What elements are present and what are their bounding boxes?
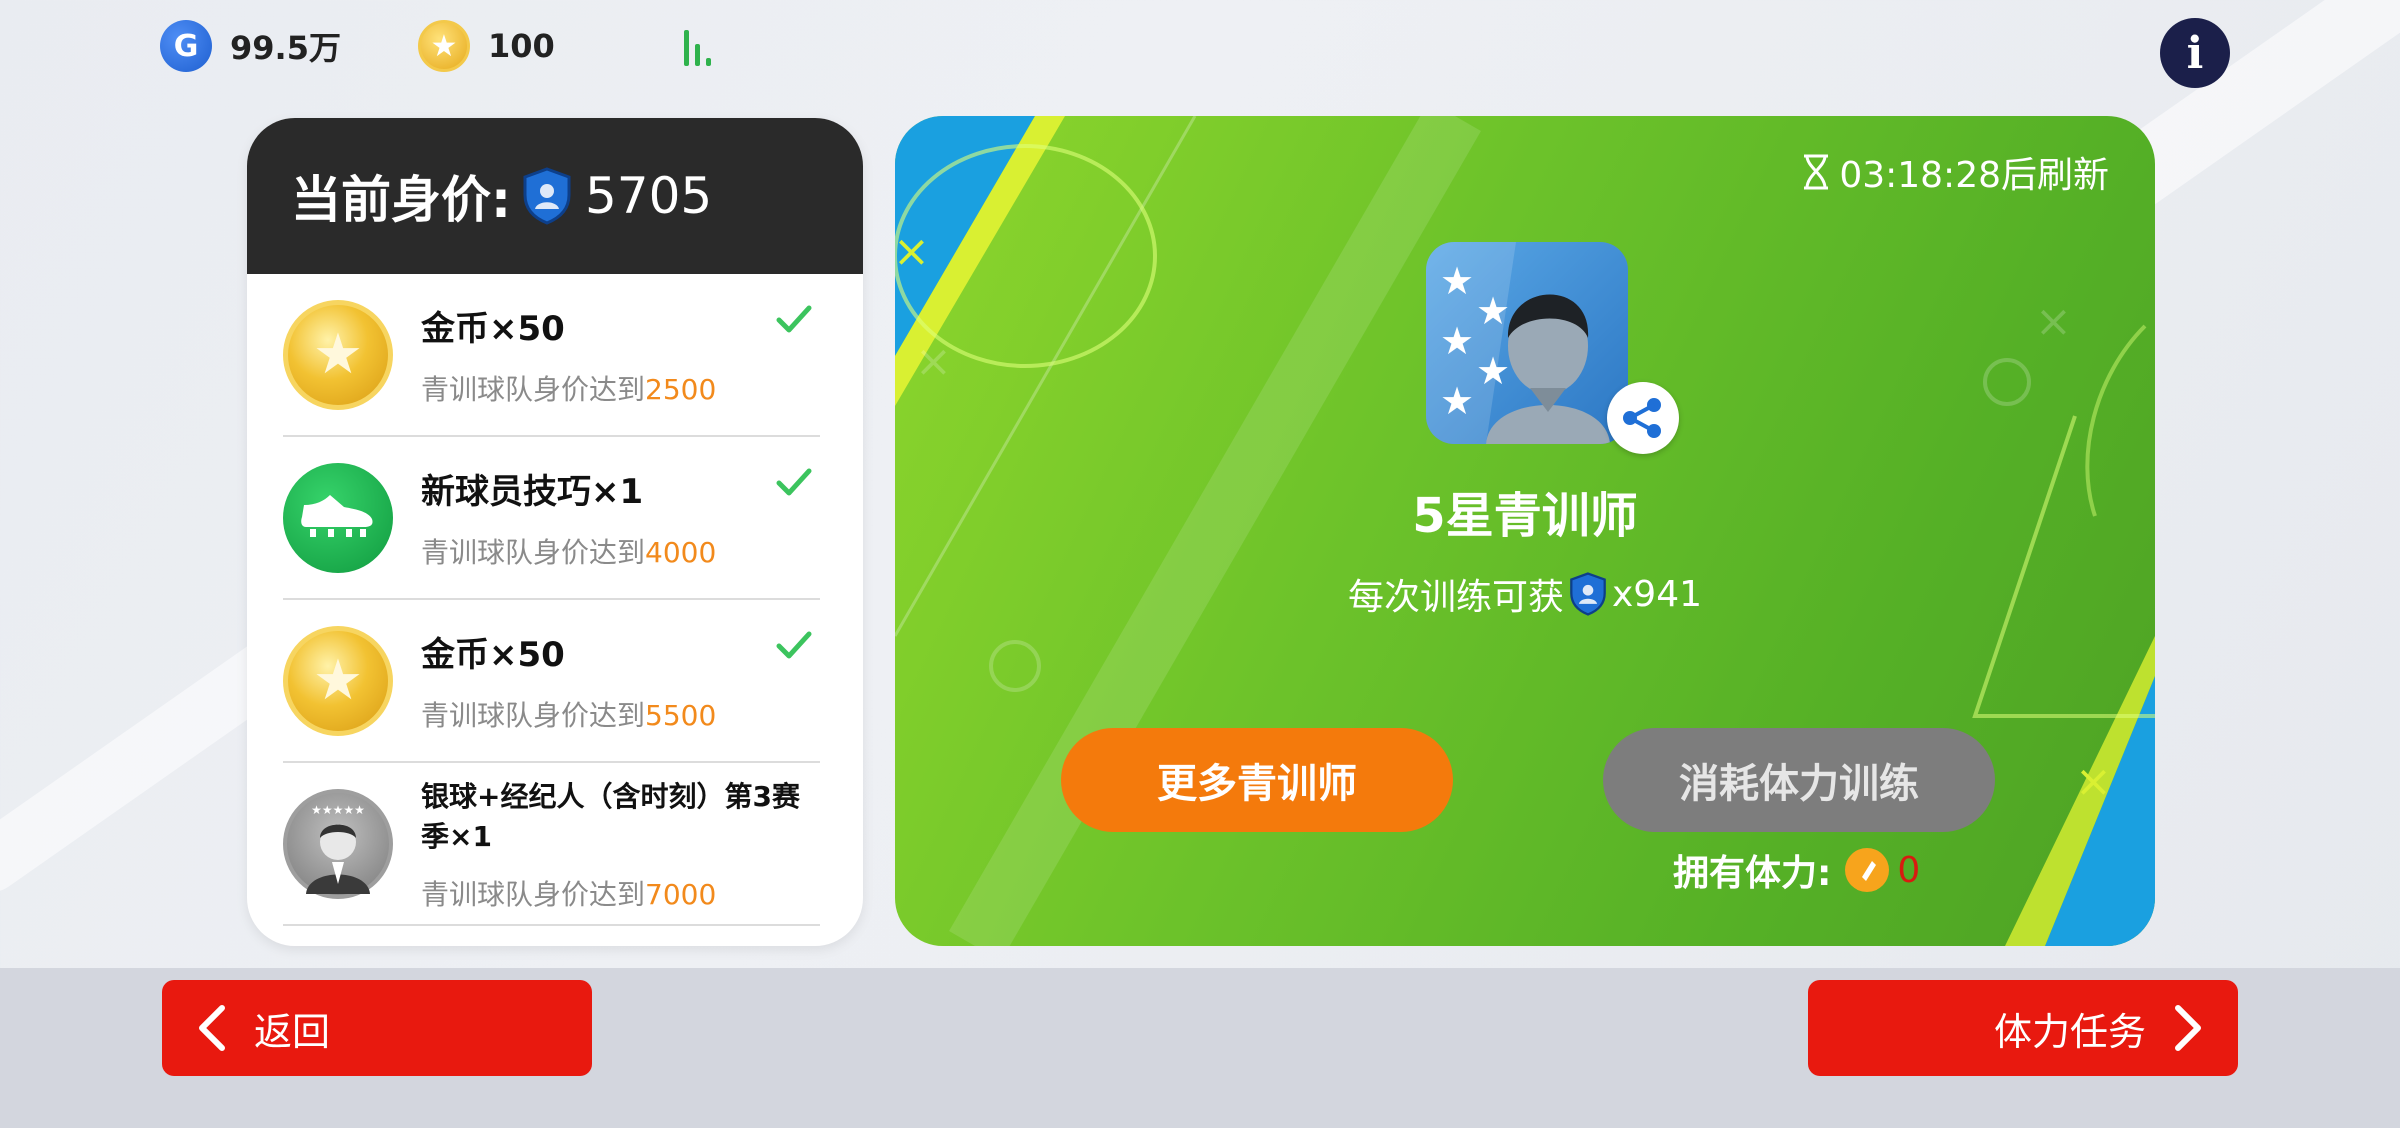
gold-coin-icon: ★ — [283, 625, 393, 736]
youth-coach-card: × × × × 03:18:28后刷新 ★ ★ ★ ★ ★ 5星青训师 每次训练… — [895, 116, 2155, 946]
more-coaches-button[interactable]: 更多青训师 — [1061, 728, 1453, 832]
svg-text:★: ★ — [1476, 289, 1510, 333]
shield-value-icon — [523, 167, 571, 225]
boot-icon — [283, 462, 393, 573]
svg-text:★: ★ — [1476, 349, 1510, 393]
chevron-right-icon — [2175, 1005, 2201, 1051]
coach-desc-label: 每次训练可获 — [1347, 577, 1564, 618]
reward-list: ★ 金币×50 青训球队身价达到2500 新球员技巧×1 青训球队身价达到400… — [247, 274, 863, 926]
coin-value: 100 — [488, 27, 555, 65]
stamina-task-label: 体力任务 — [1993, 1009, 2146, 1054]
reward-item[interactable]: ★★★★★ 银球+经纪人（含时刻）第3赛季×1 青训球队身价达到7000 — [283, 763, 820, 926]
check-icon — [776, 305, 812, 333]
agent-avatar-icon: ★★★★★ — [283, 788, 393, 899]
reward-condition: 青训球队身价达到4000 — [421, 536, 717, 569]
reward-name: 新球员技巧×1 — [421, 472, 644, 512]
back-button[interactable]: 返回 — [162, 980, 592, 1076]
stamina-train-button[interactable]: 消耗体力训练 — [1603, 728, 1995, 832]
reward-condition: 青训球队身价达到7000 — [421, 877, 717, 911]
hourglass-icon — [1804, 154, 1829, 190]
svg-text:★: ★ — [1440, 379, 1474, 423]
coach-name: 5星青训师 — [1412, 488, 1638, 544]
check-icon — [776, 631, 812, 659]
current-value-number: 5705 — [585, 167, 713, 225]
svg-text:★: ★ — [1440, 259, 1474, 303]
reward-condition: 青训球队身价达到2500 — [421, 373, 717, 406]
stamina-icon — [1845, 848, 1890, 892]
share-icon[interactable] — [1607, 382, 1679, 454]
refresh-timer-text: 03:18:28后刷新 — [1839, 155, 2109, 196]
g-currency-value: 99.5万 — [230, 29, 341, 67]
shield-value-icon — [1570, 572, 1606, 616]
coach-avatar[interactable]: ★ ★ ★ ★ ★ — [1426, 242, 1628, 444]
stamina-display: 拥有体力: 0 — [1673, 844, 1920, 896]
check-icon — [776, 468, 812, 496]
gold-coin-icon: ★ — [283, 299, 393, 410]
info-button[interactable]: i — [2160, 18, 2230, 88]
stamina-value: 0 — [1897, 849, 1921, 891]
current-value-header: 当前身价: 5705 — [247, 118, 863, 274]
coach-desc-value: x941 — [1611, 573, 1703, 615]
signal-icon — [684, 30, 724, 66]
coach-reward-desc: 每次训练可获 x941 — [895, 568, 2155, 620]
g-coin-icon: G — [160, 20, 212, 72]
star-coin-icon: ★ — [418, 20, 470, 72]
svg-text:×: × — [2075, 756, 2112, 807]
g-currency: G 99.5万 — [160, 20, 341, 72]
value-rewards-panel: 当前身价: 5705 ★ 金币×50 青训球队身价达到2500 新球员技巧×1 … — [247, 118, 863, 946]
back-label: 返回 — [254, 1009, 331, 1054]
reward-item[interactable]: ★ 金币×50 青训球队身价达到5500 — [283, 600, 820, 763]
stamina-task-button[interactable]: 体力任务 — [1808, 980, 2238, 1076]
refresh-timer: 03:18:28后刷新 — [1801, 146, 2109, 198]
svg-text:×: × — [2035, 296, 2072, 347]
reward-item[interactable]: ★ 金币×50 青训球队身价达到2500 — [283, 274, 820, 437]
svg-text:×: × — [915, 336, 952, 387]
reward-name: 金币×50 — [421, 635, 565, 675]
reward-name: 银球+经纪人（含时刻）第3赛季×1 — [421, 779, 800, 853]
reward-condition: 青训球队身价达到5500 — [421, 699, 717, 732]
reward-item[interactable]: 新球员技巧×1 青训球队身价达到4000 — [283, 437, 820, 600]
chevron-left-icon — [199, 1005, 225, 1051]
current-value-label: 当前身价: — [291, 171, 511, 229]
svg-text:★: ★ — [1440, 319, 1474, 363]
coin-currency: ★ 100 — [418, 20, 555, 72]
svg-text:★★★★★: ★★★★★ — [311, 803, 365, 817]
reward-name: 金币×50 — [421, 309, 565, 349]
stamina-label: 拥有体力: — [1673, 853, 1832, 894]
svg-text:×: × — [895, 226, 930, 277]
